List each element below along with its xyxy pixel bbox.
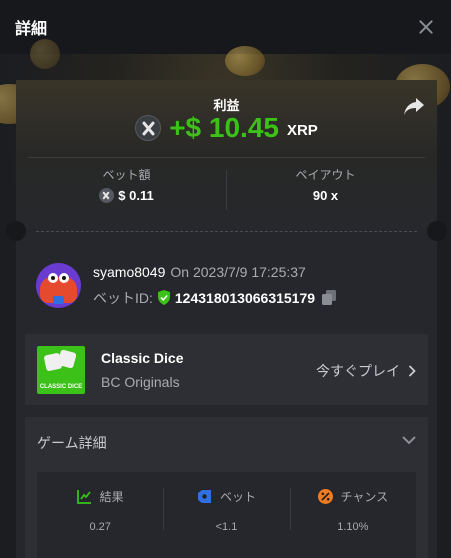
result-label: 結果 (99, 490, 124, 504)
percent-icon (317, 489, 333, 504)
share-icon[interactable] (403, 96, 425, 116)
game-card[interactable]: CLASSIC DICE Classic Dice BC Originals 今… (25, 334, 428, 405)
bet-id-label: ベットID: (93, 289, 153, 306)
payout-label: ペイアウト (295, 168, 356, 182)
bet-amount-stat: ベット額 $ 0.11 (28, 166, 225, 203)
result-column: 結果 0.27 (37, 472, 163, 558)
payout-stat: ペイアウト 90 x (227, 166, 424, 203)
profit-currency: XRP (286, 121, 318, 139)
bet-label: ベット (219, 490, 256, 504)
copy-icon[interactable] (322, 290, 337, 305)
chevron-right-icon (408, 365, 416, 377)
play-now-link[interactable]: 今すぐプレイ (316, 361, 416, 381)
game-details-panel: ゲーム詳細 結果 0.27 ベット <1.1 チャンス 1.10% (25, 417, 428, 558)
verified-shield-icon (157, 290, 170, 305)
user-row: syamo8049 On 2023/7/9 17:25:37 ベットID: 12… (36, 263, 337, 308)
chevron-down-icon[interactable] (402, 435, 416, 445)
game-thumbnail-text: CLASSIC DICE (39, 383, 83, 390)
dashed-separator (36, 231, 417, 232)
profit-amount: +$ 10.45 (169, 112, 279, 143)
game-details-grid: 結果 0.27 ベット <1.1 チャンス 1.10% (37, 472, 416, 558)
bet-date: On 2023/7/9 17:25:37 (170, 263, 306, 280)
xrp-coin-icon (135, 115, 162, 141)
payout-value: 90 x (312, 188, 339, 203)
game-thumbnail: CLASSIC DICE (37, 345, 85, 394)
bet-detail-card: 利益 +$ 10.45 XRP ベット額 $ 0.11 ペイアウト 90 x s… (6, 80, 447, 558)
ticket-notch-right (427, 221, 447, 241)
profit-row: +$ 10.45 XRP (16, 112, 437, 144)
bet-column: ベット <1.1 (163, 472, 289, 558)
modal-header: 詳細 (0, 0, 451, 54)
bet-details-modal: 詳細 利益 +$ 10.45 XRP ベット額 $ 0.11 ペイアウト 90 … (0, 0, 451, 558)
bet-amount-value: $ 0.11 (118, 188, 154, 203)
chance-column: チャンス 1.10% (289, 472, 416, 558)
game-provider: BC Originals (101, 373, 180, 390)
bet-amount-label: ベット額 (102, 168, 151, 182)
play-now-label: 今すぐプレイ (316, 363, 400, 379)
game-details-title: ゲーム詳細 (37, 435, 107, 451)
avatar[interactable] (36, 263, 81, 308)
modal-title: 詳細 (15, 21, 48, 38)
profit-section: 利益 +$ 10.45 XRP ベット額 $ 0.11 ペイアウト 90 x (16, 80, 437, 230)
close-icon[interactable] (416, 17, 436, 37)
coin-background: 利益 +$ 10.45 XRP ベット額 $ 0.11 ペイアウト 90 x s… (0, 39, 451, 558)
game-name: Classic Dice (101, 349, 184, 366)
bet-value: <1.1 (215, 521, 238, 533)
chance-value: 1.10% (337, 521, 369, 533)
bet-id: 124318013066315179 (174, 289, 316, 306)
username[interactable]: syamo8049 (93, 264, 165, 280)
divider (28, 157, 425, 158)
result-value: 0.27 (89, 521, 111, 533)
xrp-coin-icon (99, 188, 115, 203)
result-chart-icon (76, 490, 91, 504)
chance-label: チャンス (340, 490, 389, 504)
bet-tag-icon (197, 490, 211, 503)
ticket-notch-left (6, 221, 26, 241)
